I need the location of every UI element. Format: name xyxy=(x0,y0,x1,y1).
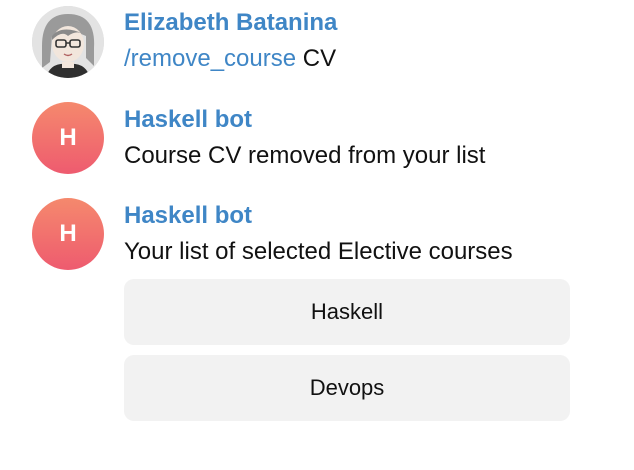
message-text: Your list of selected Elective courses xyxy=(124,238,513,265)
message-text: /remove_course CV xyxy=(124,45,336,73)
command-argument: CV xyxy=(296,45,337,72)
bot-avatar-letter: H xyxy=(59,220,77,247)
keyboard-button-devops[interactable]: Devops xyxy=(124,355,570,421)
keyboard-button-haskell[interactable]: Haskell xyxy=(124,279,570,345)
sender-name[interactable]: Elizabeth Batanina xyxy=(124,9,337,37)
sender-name[interactable]: Haskell bot xyxy=(124,202,252,230)
sender-name[interactable]: Haskell bot xyxy=(124,106,252,134)
bot-avatar-icon[interactable]: H xyxy=(32,102,104,174)
bot-avatar-icon[interactable]: H xyxy=(32,198,104,270)
user-avatar-icon[interactable] xyxy=(32,6,104,78)
user-portrait-icon xyxy=(32,6,104,78)
bot-avatar-letter: H xyxy=(59,124,77,151)
message-text: Course CV removed from your list xyxy=(124,142,486,169)
command-link[interactable]: /remove_course xyxy=(124,45,296,72)
